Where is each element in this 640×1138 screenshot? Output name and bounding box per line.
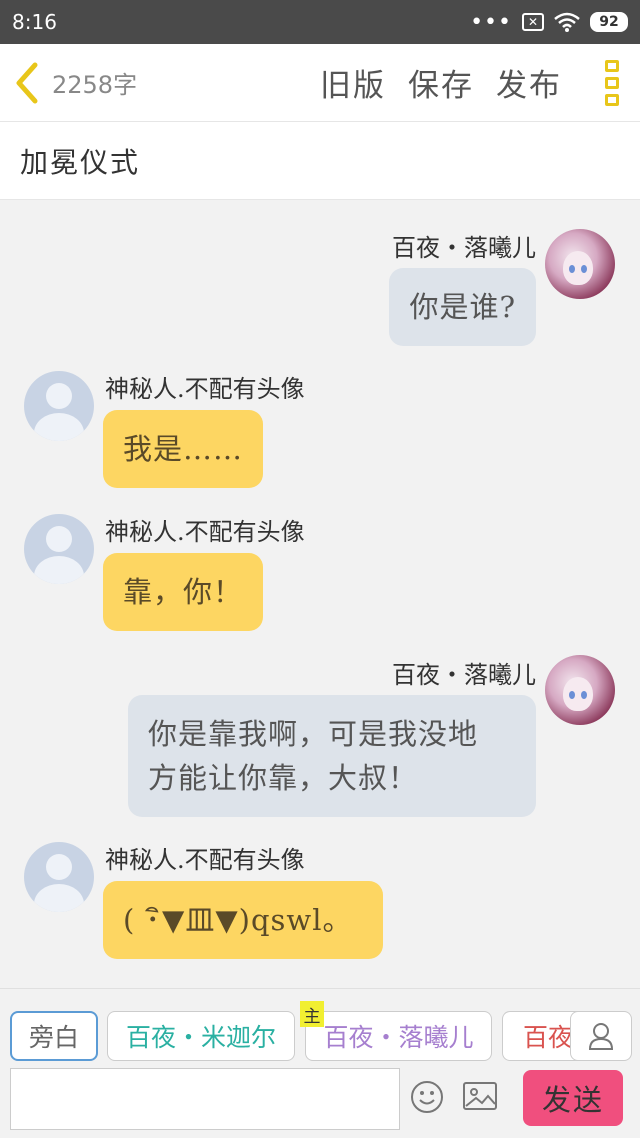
role-selector-bar: 旁白 百夜・米迦尔 百夜・落曦儿 主 百夜 bbox=[0, 988, 640, 1064]
no-sim-icon: ✕ bbox=[522, 13, 544, 31]
chat-area[interactable]: 百夜・落曦儿 你是谁? 神秘人.不配有头像 我是…… 神秘人.不配有头像 靠，你… bbox=[0, 200, 640, 988]
word-count: 2258字 bbox=[52, 71, 138, 99]
image-icon[interactable] bbox=[462, 1080, 498, 1112]
old-version-button[interactable]: 旧版 bbox=[320, 60, 386, 105]
user-icon bbox=[588, 1023, 614, 1050]
editor-header: 2258字 旧版 保存 发布 bbox=[0, 44, 640, 122]
back-button[interactable] bbox=[0, 44, 52, 122]
message-bubble[interactable]: 你是靠我啊，可是我没地 方能让你靠，大叔！ bbox=[128, 695, 536, 817]
more-menu-button[interactable] bbox=[584, 44, 640, 122]
avatar[interactable] bbox=[24, 514, 94, 584]
speaker-name: 神秘人.不配有头像 bbox=[105, 375, 305, 403]
chapter-title: 加冕仪式 bbox=[20, 145, 141, 179]
chat-message[interactable]: 神秘人.不配有头像 我是…… bbox=[0, 365, 640, 495]
menu-square-icon bbox=[605, 76, 619, 89]
menu-square-icon bbox=[605, 59, 619, 72]
message-bubble[interactable]: 我是…… bbox=[103, 410, 264, 488]
speaker-name: 神秘人.不配有头像 bbox=[105, 518, 305, 546]
speaker-name: 百夜・落曦儿 bbox=[392, 234, 536, 262]
chapter-title-row[interactable]: 加冕仪式 bbox=[0, 122, 640, 200]
message-line: 你是靠我啊，可是我没地 bbox=[148, 717, 479, 751]
message-bubble[interactable]: 你是谁? bbox=[389, 268, 536, 346]
avatar[interactable] bbox=[545, 229, 615, 299]
message-bubble[interactable]: ( ･ิ▼皿▼)qswl。 bbox=[103, 881, 383, 959]
back-chevron-icon bbox=[16, 62, 38, 103]
status-time: 8:16 bbox=[12, 10, 57, 34]
wifi-icon bbox=[554, 12, 580, 32]
status-bar: 8:16 ••• ✕ 92 bbox=[0, 0, 640, 44]
avatar[interactable] bbox=[24, 842, 94, 912]
avatar[interactable] bbox=[24, 371, 94, 441]
save-button[interactable]: 保存 bbox=[408, 60, 474, 105]
role-narration-button[interactable]: 旁白 bbox=[10, 1011, 98, 1061]
main-role-tag: 主 bbox=[300, 1001, 324, 1027]
status-icons: ••• ✕ 92 bbox=[470, 10, 628, 35]
chat-message[interactable]: 神秘人.不配有头像 靠，你！ bbox=[0, 508, 640, 638]
message-line: 方能让你靠，大叔！ bbox=[148, 761, 419, 795]
menu-square-icon bbox=[605, 93, 619, 106]
chat-message[interactable]: 神秘人.不配有头像 ( ･ิ▼皿▼)qswl。 bbox=[0, 836, 640, 976]
role-button-luoxier[interactable]: 百夜・落曦儿 bbox=[305, 1011, 492, 1061]
publish-button[interactable]: 发布 bbox=[496, 60, 562, 105]
speaker-name: 百夜・落曦儿 bbox=[392, 661, 536, 689]
chat-message[interactable]: 百夜・落曦儿 你是谁? bbox=[0, 200, 640, 350]
avatar[interactable] bbox=[545, 655, 615, 725]
emoji-icon[interactable] bbox=[410, 1080, 444, 1114]
message-bubble[interactable]: 靠，你！ bbox=[103, 553, 264, 631]
speaker-name: 神秘人.不配有头像 bbox=[105, 846, 305, 874]
add-role-button[interactable] bbox=[570, 1011, 632, 1061]
send-button[interactable]: 发送 bbox=[523, 1070, 623, 1126]
battery-icon: 92 bbox=[590, 12, 628, 32]
more-dots-icon: ••• bbox=[470, 9, 512, 35]
input-bar: 发送 bbox=[0, 1064, 640, 1138]
message-input[interactable] bbox=[10, 1068, 400, 1130]
role-button-michael[interactable]: 百夜・米迦尔 bbox=[107, 1011, 295, 1061]
chat-message[interactable]: 百夜・落曦儿 你是靠我啊，可是我没地 方能让你靠，大叔！ bbox=[0, 645, 640, 825]
